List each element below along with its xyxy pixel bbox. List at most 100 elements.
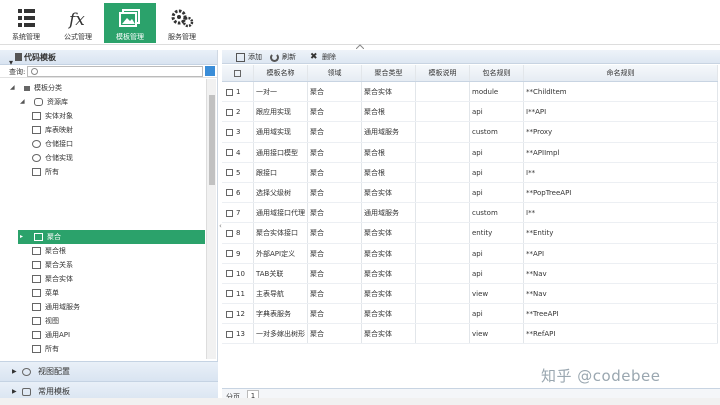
col-name[interactable]: 模板名称 [254,65,308,81]
tree-node[interactable]: 库表映射 [32,123,73,137]
col-agg-type[interactable]: 聚合类型 [362,65,416,81]
table-row[interactable]: 4 通用接口模型 聚合 聚合根 api **APIImpl [222,142,718,163]
row-checkbox[interactable] [226,189,233,197]
search-button[interactable] [205,66,215,76]
accordion-view-config[interactable]: ▶ 视图配置 [0,361,218,381]
tree-node[interactable]: 实体对象 [32,109,73,123]
tree-node[interactable]: 所有 [32,165,59,179]
row-checkbox-cell[interactable]: 7 [222,203,254,223]
row-checkbox-cell[interactable]: 11 [222,283,254,304]
panel-header[interactable]: ▾ 代码模板 [0,50,217,67]
tree-node[interactable]: 聚合关系 [32,258,73,272]
tree-node[interactable]: 视图 [32,314,59,328]
table-row[interactable]: 12 字典表服务 聚合 聚合实体 api **TreeAPI [222,304,718,325]
add-button[interactable]: 添加 [236,52,262,63]
row-checkbox-cell[interactable]: 10 [222,263,254,283]
table-cell: 聚合实体 [362,324,416,344]
view-icon [32,317,41,325]
tree-node[interactable]: ◢ 资源库 [20,95,68,109]
table-cell: 一对一 [254,82,308,102]
row-checkbox[interactable] [226,149,233,157]
row-checkbox-cell[interactable]: 5 [222,162,254,182]
table-row[interactable]: 1 一对一 聚合 聚合实体 module **ChildItem [222,82,718,103]
row-number: 4 [236,148,241,157]
row-checkbox[interactable] [226,108,233,116]
table-row[interactable]: 3 通用域实现 聚合 通用域服务 custom **Proxy [222,122,718,143]
delete-button[interactable]: ✖ 删除 [310,52,336,63]
collapse-toolbar-icon[interactable] [356,44,364,49]
table-row[interactable]: 13 一对多嫁出树形 聚合 聚合实体 view **RefAPI [222,324,718,345]
row-checkbox-cell[interactable]: 8 [222,223,254,243]
tree-node[interactable]: 通用API [32,328,70,342]
impl-icon [32,154,41,162]
row-checkbox[interactable] [226,290,233,298]
tree-node[interactable]: 所有 [32,342,59,356]
table-cell: I** [524,203,718,223]
row-checkbox[interactable] [226,250,233,257]
table-row[interactable]: 10 TAB关联 聚合 聚合实体 api **Nav [222,263,718,284]
row-checkbox-cell[interactable]: 4 [222,142,254,162]
row-checkbox-cell[interactable]: 2 [222,102,254,122]
refresh-button[interactable]: 刷新 [270,52,296,63]
tree-scrollbar[interactable] [206,79,216,359]
table-row[interactable]: 7 通用域接口代理 聚合 通用域服务 custom I** [222,203,718,224]
table-cell: 聚合实体 [362,304,416,324]
menu-icon [32,289,41,297]
row-checkbox[interactable] [226,310,233,318]
row-checkbox[interactable] [226,209,233,217]
tree-node[interactable]: 通用域服务 [32,300,80,314]
fx-icon: fx [67,10,85,30]
row-number: 12 [236,310,245,319]
col-package-rule[interactable]: 包名规则 [470,65,524,81]
horizontal-scrollbar[interactable] [0,398,720,405]
row-checkbox-cell[interactable]: 6 [222,182,254,203]
table-row[interactable]: 6 选择父级树 聚合 聚合实体 api **PopTreeAPI [222,182,718,204]
table-cell: 跟接口 [254,162,308,182]
row-checkbox-cell[interactable]: 9 [222,243,254,263]
table-cell: 通用域服务 [362,203,416,223]
scroll-thumb[interactable] [209,95,215,185]
table-cell: api [470,263,524,283]
row-checkbox[interactable] [226,169,233,177]
col-desc[interactable]: 模板说明 [416,65,470,81]
row-checkbox[interactable] [226,270,233,278]
table-row[interactable]: 2 跟应用实现 聚合 聚合根 api I**API [222,102,718,123]
row-checkbox[interactable] [226,88,233,96]
col-domain[interactable]: 领域 [308,65,362,81]
tree-node[interactable]: 仓储实现 [32,151,73,165]
table-cell: 聚合 [308,182,362,203]
row-checkbox-cell[interactable]: 12 [222,304,254,324]
right-panel: 添加 刷新 ✖ 删除 模板名称 领域 聚合类型 模板说明 包名规则 命名规则 1 一… [222,50,720,405]
table-cell: 聚合实体 [362,82,416,102]
tree-node-selected[interactable]: ▸ 聚合 [20,230,61,244]
table-cell [416,82,470,102]
tree-node[interactable]: 菜单 [32,286,59,300]
table-row[interactable]: 9 外部API定义 聚合 聚合实体 api **API [222,243,718,264]
tree-node[interactable]: ◢ 模板分类 [10,81,62,95]
table-row[interactable]: 5 跟接口 聚合 聚合根 api I** [222,162,718,183]
table-cell [416,182,470,203]
table-row[interactable]: 8 聚合实体接口 聚合 聚合实体 entity **Entity [222,223,718,244]
row-checkbox[interactable] [226,229,233,237]
row-checkbox[interactable] [226,330,233,338]
table-cell: 通用域实现 [254,122,308,142]
system-manage-button[interactable]: 系统管理 [0,3,52,43]
api-icon [32,331,41,339]
formula-manage-button[interactable]: fx 公式管理 [52,3,104,43]
template-manage-button[interactable]: 模板管理 [104,3,156,43]
select-all-checkbox[interactable] [222,65,254,81]
row-checkbox-cell[interactable]: 3 [222,122,254,142]
service-manage-button[interactable]: 服务管理 [156,3,208,43]
table-cell: 聚合根 [362,102,416,122]
table-cell: 外部API定义 [254,243,308,263]
tree-node[interactable]: 聚合实体 [32,272,73,286]
row-checkbox-cell[interactable]: 13 [222,324,254,344]
search-input[interactable] [27,66,203,77]
table-cell: entity [470,223,524,243]
row-checkbox[interactable] [226,128,233,136]
col-naming-rule[interactable]: 命名规则 [524,65,718,81]
tree-node[interactable]: 聚合根 [32,244,66,258]
tree-node[interactable]: 仓储接口 [32,137,73,151]
table-row[interactable]: 11 主表导航 聚合 聚合实体 view **Nav [222,283,718,305]
row-checkbox-cell[interactable]: 1 [222,82,254,102]
